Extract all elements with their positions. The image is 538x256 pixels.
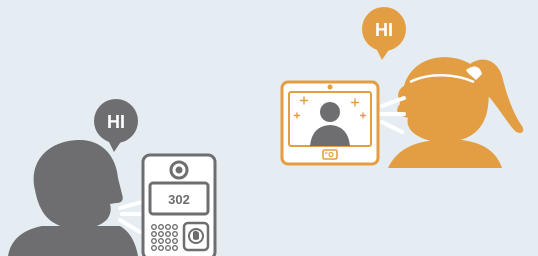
left-person bbox=[8, 140, 138, 256]
intercom-display-text: 302 bbox=[168, 192, 190, 207]
right-speech-bubble: HI bbox=[362, 7, 406, 60]
video-monitor bbox=[280, 80, 380, 166]
intercom-panel: 302 bbox=[141, 153, 217, 256]
right-greeting-text: HI bbox=[375, 20, 393, 40]
right-person-body bbox=[388, 140, 502, 168]
left-person-head bbox=[33, 140, 123, 230]
left-speech-bubble: HI bbox=[94, 99, 138, 152]
right-person bbox=[388, 57, 524, 168]
left-person-body bbox=[8, 226, 138, 256]
monitor-camera-dot bbox=[327, 84, 333, 90]
illustration-scene: HI 302 HI bbox=[8, 7, 524, 256]
left-greeting-text: HI bbox=[107, 112, 125, 132]
intercom-call-button bbox=[182, 221, 210, 252]
camera-lens-icon bbox=[169, 160, 189, 180]
